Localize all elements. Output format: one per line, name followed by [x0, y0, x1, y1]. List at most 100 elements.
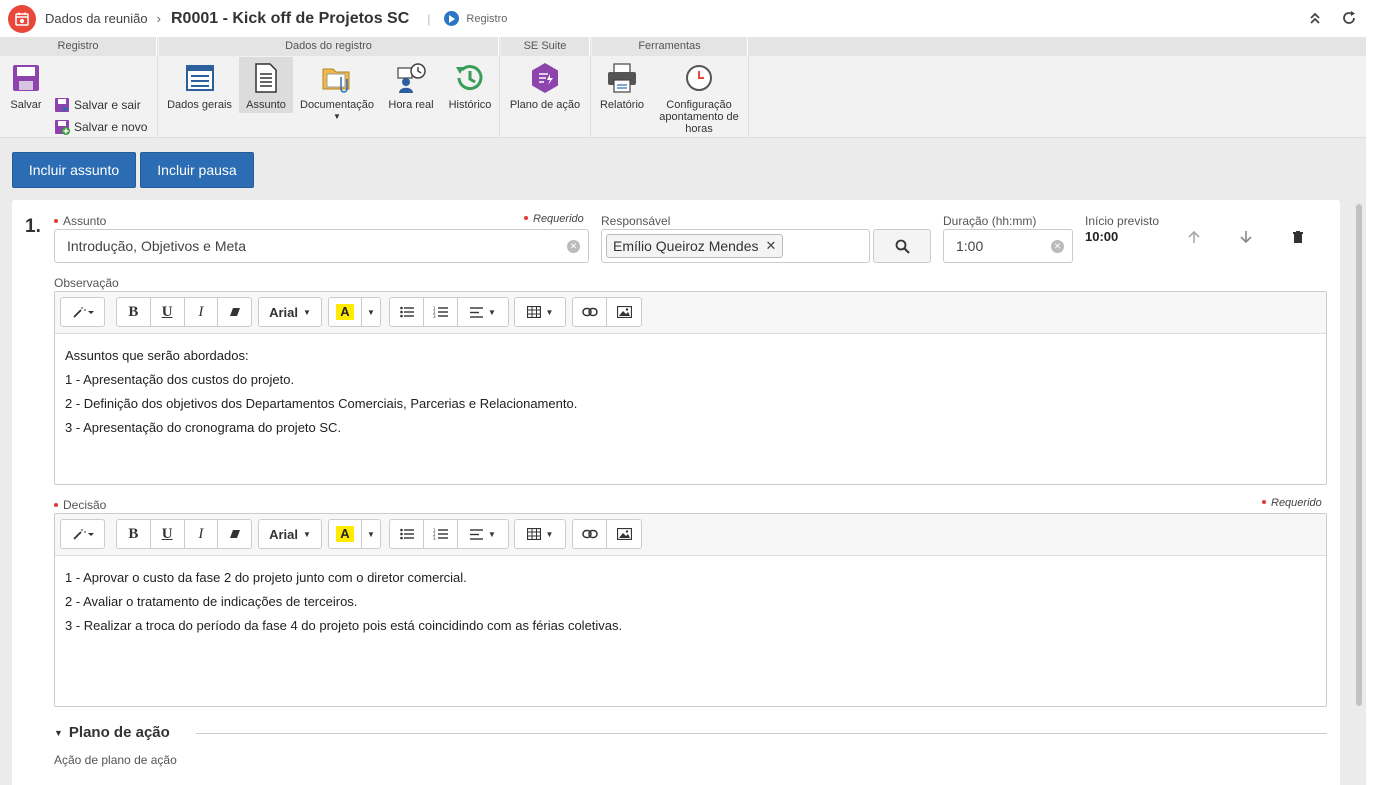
- calendar-icon: [15, 12, 29, 26]
- refresh-icon[interactable]: [1341, 10, 1357, 26]
- vertical-scrollbar[interactable]: [1356, 204, 1362, 706]
- font-family-value: Arial: [269, 526, 298, 542]
- italic-button[interactable]: I: [185, 520, 219, 548]
- numbered-list-icon: 1 2 3: [433, 306, 448, 318]
- real-time-label: Hora real: [388, 99, 434, 111]
- responsible-input[interactable]: Emílio Queiroz Mendes ✕: [601, 229, 870, 263]
- observation-body[interactable]: Assuntos que serão abordados: 1 - Aprese…: [55, 334, 1326, 450]
- bold-button[interactable]: B: [117, 298, 151, 326]
- italic-button[interactable]: I: [185, 298, 219, 326]
- table-dropdown[interactable]: ▼: [515, 298, 565, 326]
- observation-editor[interactable]: B U I Arial ▼ A ▼ 1 2 3 ▼ ▼ Assuntos que…: [54, 291, 1327, 485]
- clear-format-button[interactable]: [218, 520, 251, 548]
- editor-toolbar: B U I Arial ▼ A ▼ 1 2 3 ▼ ▼: [55, 514, 1326, 556]
- numbered-list-button[interactable]: 1 2 3: [424, 520, 458, 548]
- numbered-list-button[interactable]: 1 2 3: [424, 298, 458, 326]
- caret-down-icon: ▼: [302, 308, 311, 317]
- bullet-list-button[interactable]: [390, 298, 424, 326]
- hour-config-label: Configuração apontamento de horas: [659, 99, 739, 135]
- editor-toolbar: B U I Arial ▼ A ▼ 1 2 3 ▼ ▼: [55, 292, 1326, 334]
- insert-image-button[interactable]: [607, 298, 641, 326]
- align-dropdown[interactable]: ▼: [458, 520, 508, 548]
- align-left-icon: [470, 306, 484, 318]
- printer-icon: [605, 61, 639, 95]
- breadcrumb-parent[interactable]: Dados da reunião: [45, 11, 148, 26]
- decision-line: 2 - Avaliar o tratamento de indicações d…: [65, 594, 358, 609]
- collapse-up-icon[interactable]: [1307, 10, 1323, 26]
- caret-down-icon: ▼: [367, 308, 375, 317]
- caret-down-icon: ▼: [54, 728, 63, 738]
- report-button[interactable]: Relatório: [596, 57, 648, 111]
- subject-field-label: Assunto: [54, 214, 106, 228]
- underline-button[interactable]: U: [151, 298, 185, 326]
- decision-editor[interactable]: B U I Arial ▼ A ▼ 1 2 3 ▼ ▼ 1 - Aprovar …: [54, 513, 1327, 707]
- insert-image-button[interactable]: [607, 520, 641, 548]
- real-time-button[interactable]: Hora real: [385, 57, 437, 111]
- remove-chip-icon[interactable]: ✕: [766, 238, 777, 254]
- meeting-app-logo: [8, 4, 36, 33]
- magic-style-button[interactable]: [61, 298, 104, 326]
- save-and-new-button[interactable]: Salvar e novo: [54, 119, 147, 135]
- clear-icon[interactable]: ✕: [567, 240, 580, 253]
- search-icon: [895, 239, 910, 254]
- history-icon: [453, 61, 487, 95]
- highlight-icon: A: [336, 304, 354, 320]
- underline-button[interactable]: U: [151, 520, 185, 548]
- save-button[interactable]: Salvar: [6, 57, 46, 111]
- subject-input[interactable]: Introdução, Objetivos e Meta ✕: [54, 229, 589, 263]
- caret-down-icon: ▼: [488, 308, 496, 317]
- subject-button[interactable]: Assunto: [239, 57, 293, 113]
- font-family-select[interactable]: Arial ▼: [259, 520, 321, 548]
- caret-down-icon: ▼: [333, 112, 341, 121]
- add-pause-button[interactable]: Incluir pausa: [140, 152, 254, 188]
- move-up-button[interactable]: [1185, 228, 1203, 246]
- decision-label-text: Decisão: [63, 498, 107, 512]
- save-and-exit-button[interactable]: Salvar e sair: [54, 97, 141, 113]
- general-data-button[interactable]: Dados gerais: [163, 57, 236, 112]
- action-plan-label: Plano de ação: [509, 99, 581, 111]
- insert-link-button[interactable]: [573, 520, 607, 548]
- content-area: Incluir assunto Incluir pausa 1. Assunto…: [0, 138, 1366, 785]
- clock-icon: [682, 61, 716, 95]
- add-subject-button[interactable]: Incluir assunto: [12, 152, 136, 188]
- observation-label: Observação: [54, 276, 119, 290]
- action-plan-section-title: Plano de ação: [68, 724, 170, 741]
- highlight-button[interactable]: A: [329, 520, 362, 548]
- bullet-list-icon: [399, 528, 414, 540]
- documentation-button[interactable]: Documentação ▼: [297, 57, 377, 121]
- insert-group: [572, 519, 642, 549]
- insert-link-button[interactable]: [573, 298, 607, 326]
- search-responsible-button[interactable]: [873, 229, 931, 263]
- bullet-list-icon: [399, 306, 414, 318]
- duration-input[interactable]: 1:00 ✕: [943, 229, 1073, 263]
- delete-button[interactable]: [1289, 228, 1307, 246]
- move-down-button[interactable]: [1237, 228, 1255, 246]
- decision-line: 3 - Realizar a troca do período da fase …: [65, 618, 623, 633]
- highlight-dropdown[interactable]: ▼: [362, 298, 380, 326]
- history-button[interactable]: Histórico: [444, 57, 496, 111]
- clear-format-button[interactable]: [218, 298, 251, 326]
- clear-icon[interactable]: ✕: [1051, 240, 1064, 253]
- bold-button[interactable]: B: [117, 520, 151, 548]
- magic-wand-icon: [72, 307, 94, 318]
- decision-body[interactable]: 1 - Aprovar o custo da fase 2 do projeto…: [55, 556, 1326, 648]
- action-plan-button[interactable]: Plano de ação: [506, 57, 584, 111]
- action-plan-section-toggle[interactable]: ▼ Plano de ação: [54, 724, 170, 741]
- align-dropdown[interactable]: ▼: [458, 298, 508, 326]
- font-family-select[interactable]: Arial ▼: [259, 298, 321, 326]
- highlight-button[interactable]: A: [329, 298, 362, 326]
- color-group: A ▼: [328, 297, 381, 327]
- required-dot: [524, 216, 528, 221]
- magic-style-button[interactable]: [61, 520, 104, 548]
- caret-down-icon: ▼: [488, 530, 496, 539]
- title-bar: Dados da reunião › R0001 - Kick off de P…: [0, 0, 1383, 37]
- table-dropdown[interactable]: ▼: [515, 520, 565, 548]
- arrow-down-icon: [1240, 231, 1252, 244]
- bullet-list-button[interactable]: [390, 520, 424, 548]
- format-group: B U I: [116, 519, 252, 549]
- highlight-dropdown[interactable]: ▼: [362, 520, 380, 548]
- table-icon: [526, 306, 541, 318]
- save-label: Salvar: [10, 99, 42, 111]
- start-label: Início previsto: [1085, 214, 1160, 228]
- hour-config-button[interactable]: Configuração apontamento de horas: [654, 57, 744, 135]
